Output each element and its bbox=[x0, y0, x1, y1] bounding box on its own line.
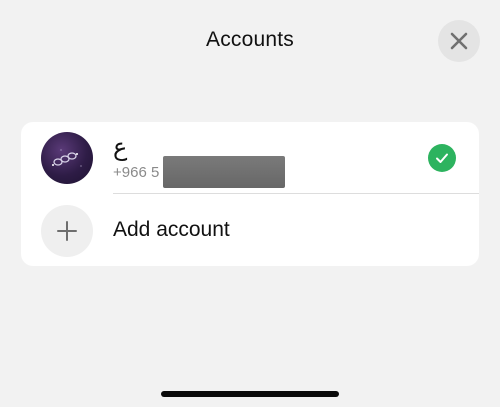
close-button[interactable] bbox=[438, 20, 480, 62]
selected-check bbox=[428, 144, 456, 172]
add-account-label: Add account bbox=[113, 218, 230, 241]
plus-icon bbox=[57, 221, 77, 241]
avatar-image bbox=[52, 149, 82, 167]
page-title: Accounts bbox=[206, 28, 294, 51]
avatar bbox=[41, 132, 93, 184]
add-account-button[interactable]: Add account bbox=[21, 194, 479, 266]
redaction-bar bbox=[163, 156, 285, 188]
add-account-icon-wrap bbox=[41, 205, 93, 257]
checkmark-circle-icon bbox=[436, 153, 448, 163]
home-indicator[interactable] bbox=[161, 391, 339, 397]
account-name: ع bbox=[113, 134, 128, 161]
account-phone: +966 5 bbox=[113, 164, 160, 181]
accounts-card: ع +966 5 Add account bbox=[21, 122, 479, 266]
close-icon bbox=[450, 32, 468, 50]
accounts-sheet: Accounts ع +966 5 Add account bbox=[0, 0, 500, 407]
